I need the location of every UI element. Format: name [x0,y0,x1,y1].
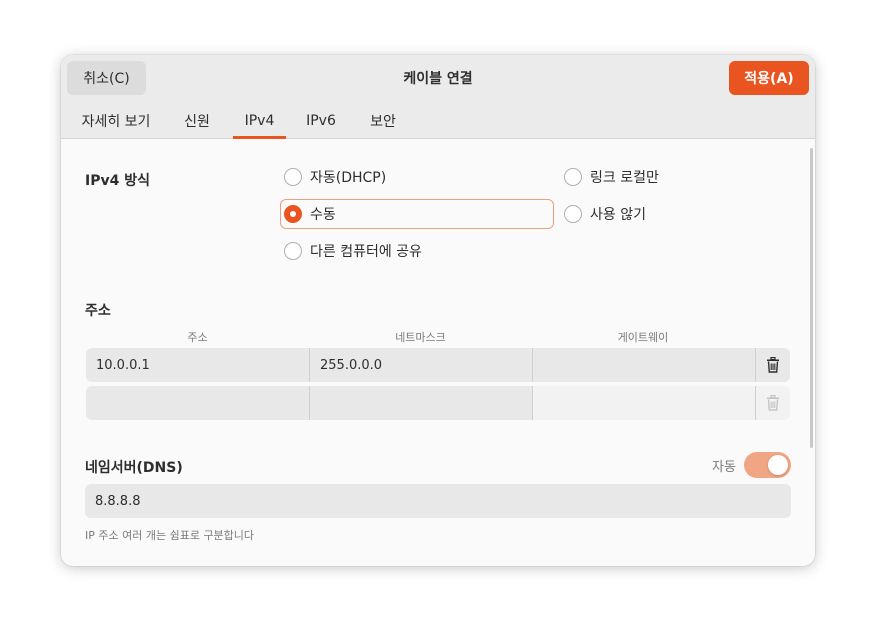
address-input[interactable] [86,386,309,420]
dialog-title: 케이블 연결 [403,71,473,87]
radio-label: 수동 [310,207,336,223]
radio-button[interactable] [284,168,302,186]
address-row: 10.0.0.1 255.0.0.0 [86,348,790,382]
gateway-input[interactable] [532,386,755,420]
trash-icon [767,395,779,411]
tab-details[interactable]: 자세히 보기 [75,103,157,139]
dialog-header: 취소(C) 케이블 연결 적용(A) 자세히 보기 신원 IPv4 IPv6 보… [61,55,815,139]
radio-auto-dhcp[interactable]: 자동(DHCP) [284,167,386,187]
addresses-section-label: 주소 [85,303,111,319]
tab-ipv6[interactable]: IPv6 [299,103,343,139]
dns-input[interactable]: 8.8.8.8 [85,484,791,518]
tab-bar: 자세히 보기 신원 IPv4 IPv6 보안 [61,103,815,139]
address-row-empty [86,386,790,420]
netmask-input[interactable] [309,386,532,420]
dns-section-label: 네임서버(DNS) [85,460,183,476]
tab-security[interactable]: 보안 [363,103,403,139]
delete-row-button[interactable] [755,348,790,382]
address-input[interactable]: 10.0.0.1 [86,348,309,382]
radio-label: 자동(DHCP) [310,170,387,186]
radio-shared[interactable]: 다른 컴퓨터에 공유 [284,241,422,261]
dns-auto-toggle[interactable] [744,452,791,478]
radio-button[interactable] [564,168,582,186]
radio-label: 링크 로컬만 [590,170,659,186]
apply-button[interactable]: 적용(A) [729,61,809,95]
trash-icon [767,357,779,373]
radio-label: 다른 컴퓨터에 공유 [310,244,422,260]
radio-disabled[interactable]: 사용 않기 [564,204,646,224]
delete-row-button-disabled [755,386,790,420]
tab-identity[interactable]: 신원 [177,103,217,139]
column-header-netmask: 네트마스크 [395,331,446,344]
tab-ipv4[interactable]: IPv4 [233,103,286,139]
connection-dialog: 취소(C) 케이블 연결 적용(A) 자세히 보기 신원 IPv4 IPv6 보… [61,55,815,566]
radio-button[interactable] [284,242,302,260]
toggle-knob [768,455,788,475]
gateway-input[interactable] [532,348,755,382]
radio-label: 사용 않기 [590,207,646,223]
radio-button-selected[interactable] [284,205,302,223]
radio-manual[interactable]: 수동 [284,204,336,224]
column-header-address: 주소 [187,331,208,344]
dns-hint: IP 주소 여러 개는 쉼표로 구분합니다 [85,529,255,542]
netmask-input[interactable]: 255.0.0.0 [309,348,532,382]
radio-button[interactable] [564,205,582,223]
ipv4-method-label: IPv4 방식 [85,173,150,189]
ipv4-settings-panel: IPv4 방식 자동(DHCP) 링크 로컬만 수동 사용 않기 다른 컴퓨터에… [61,140,815,566]
column-header-gateway: 게이트웨이 [617,331,669,344]
dns-auto-label: 자동 [712,460,736,475]
scrollbar[interactable] [810,148,813,448]
radio-link-local[interactable]: 링크 로컬만 [564,167,659,187]
